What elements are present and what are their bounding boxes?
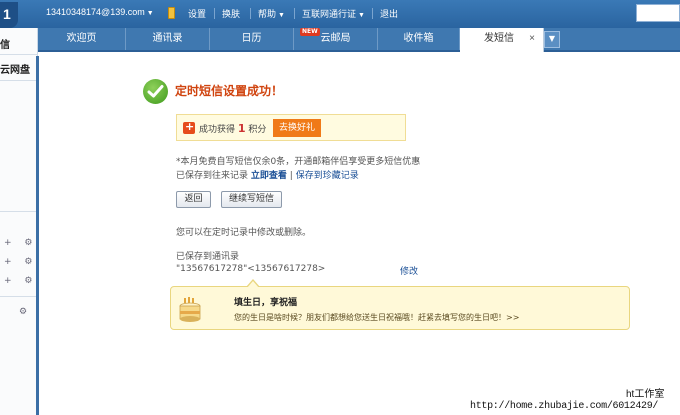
- search-input[interactable]: [636, 4, 680, 22]
- continue-sms-button[interactable]: 继续写短信: [221, 191, 282, 208]
- chevron-down-icon: ▼: [358, 12, 365, 19]
- folder-controls[interactable]: + ⚙: [4, 257, 37, 267]
- points-icon: [183, 120, 195, 134]
- passport-menu[interactable]: 互联网通行证 ▼: [302, 7, 365, 20]
- save-favorites-link[interactable]: 保存到珍藏记录: [296, 171, 359, 181]
- passport-label: 互联网通行证: [302, 9, 357, 19]
- tab-calendar[interactable]: 日历: [210, 28, 294, 50]
- tab-more-dropdown[interactable]: ▼: [544, 31, 560, 48]
- sidebar: 信 云网盘 + ⚙ + ⚙ + ⚙ ⚙: [0, 28, 38, 415]
- tab-contacts[interactable]: 通讯录: [126, 28, 210, 50]
- edit-contact-link[interactable]: 修改: [400, 264, 418, 277]
- schedule-note: 您可以在定时记录中修改或删除。: [176, 228, 312, 238]
- tab-inbox[interactable]: 收件箱: [378, 28, 460, 50]
- contact-entry: "13567617278"<13567617278>: [176, 264, 326, 274]
- sidebar-item-inbox[interactable]: 信: [0, 36, 10, 51]
- sidebar-item-cloud-disk[interactable]: 云网盘: [0, 61, 30, 76]
- sidebar-scrollbar[interactable]: [36, 56, 39, 415]
- contacts-heading: 已保存到通讯录: [176, 252, 240, 262]
- checkmark-icon: [143, 79, 168, 104]
- view-now-link[interactable]: 立即查看: [251, 171, 287, 181]
- quota-notice: *本月免费自写短信仅余0条，开通邮箱伴侣享受更多短信优惠: [176, 157, 421, 167]
- folder-settings[interactable]: ⚙: [19, 307, 32, 317]
- folder-controls[interactable]: + ⚙: [4, 276, 37, 286]
- tab-cloud-post[interactable]: 云邮局: [294, 28, 378, 50]
- cake-icon: [179, 297, 201, 322]
- birthday-prompt: 填生日，享祝福 您的生日是啥时候？朋友们都想给您送生日祝福哦！赶紧去填写您的生日…: [170, 279, 630, 330]
- tab-send-sms-label: 发短信: [484, 33, 514, 44]
- divider: [0, 296, 38, 297]
- tab-bar: 欢迎页 通讯录 日历 NEW 云邮局 收件箱 发短信 × ▼: [38, 28, 680, 52]
- close-icon[interactable]: ×: [529, 28, 535, 50]
- tab-send-sms[interactable]: 发短信 ×: [460, 28, 544, 52]
- birthday-title: 填生日，享祝福: [234, 298, 298, 308]
- divider: [0, 211, 38, 212]
- divider: [0, 80, 38, 81]
- redeem-gift-button[interactable]: 去换好礼: [273, 119, 321, 137]
- divider: [214, 8, 215, 19]
- watermark-studio: ht工作室: [626, 389, 665, 400]
- success-title: 定时短信设置成功！: [175, 84, 284, 98]
- points-suffix: 积分: [248, 125, 267, 135]
- logo[interactable]: 1: [0, 2, 18, 28]
- saved-notice-text: 已保存到往来记录: [176, 171, 249, 181]
- folder-controls[interactable]: + ⚙: [4, 238, 37, 248]
- tab-welcome[interactable]: 欢迎页: [38, 28, 126, 50]
- chevron-down-icon: ▼: [278, 12, 285, 19]
- birthday-fill-link[interactable]: 您的生日是啥时候？朋友们都想给您送生日祝福哦！赶紧去填写您的生日吧！>>: [234, 312, 519, 323]
- logo-mark: 1: [3, 6, 11, 22]
- mobile-phone-icon[interactable]: [168, 7, 175, 19]
- account-menu[interactable]: 13410348174@139.com ▼: [46, 7, 154, 17]
- divider: [372, 8, 373, 19]
- help-label: 帮助: [258, 9, 277, 19]
- watermark-url: http://home.zhubajie.com/6012429/: [470, 401, 659, 412]
- saved-notice: 已保存到往来记录 立即查看 | 保存到珍藏记录: [176, 168, 359, 181]
- points-prefix: 成功获得: [199, 125, 236, 135]
- skin-link[interactable]: 换肤: [222, 7, 240, 20]
- divider: [0, 54, 38, 55]
- points-banner: 成功获得 1 积分 去换好礼: [176, 114, 406, 141]
- points-amount: 1: [237, 122, 246, 135]
- settings-link[interactable]: 设置: [188, 7, 206, 20]
- points-text: 成功获得 1 积分: [199, 122, 266, 135]
- help-menu[interactable]: 帮助 ▼: [258, 7, 285, 20]
- back-button[interactable]: 返回: [176, 191, 211, 208]
- divider: [294, 8, 295, 19]
- chevron-down-icon: ▼: [146, 10, 154, 17]
- account-email: 13410348174@139.com: [46, 7, 145, 17]
- top-bar: 1 13410348174@139.com ▼ 设置 换肤 帮助 ▼ 互联网通行证 ▼…: [0, 0, 680, 28]
- divider: |: [289, 171, 293, 181]
- logout-link[interactable]: 退出: [380, 7, 398, 20]
- divider: [250, 8, 251, 19]
